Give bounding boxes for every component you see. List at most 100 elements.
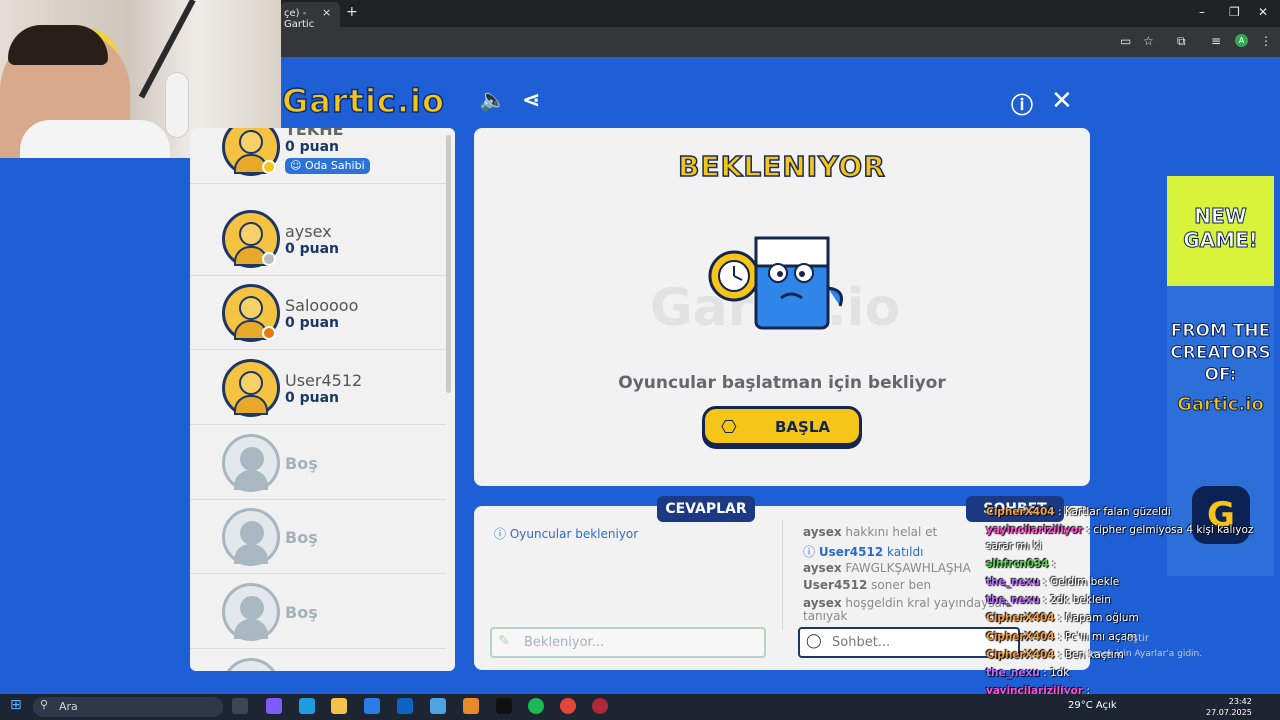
chat-message: aysex FAWGLKŞAWHLAŞHA bbox=[803, 561, 971, 575]
player-score: 0 puan bbox=[285, 315, 340, 331]
streamer-hair bbox=[8, 25, 108, 65]
streamer-shirt bbox=[20, 120, 170, 158]
search-label: Ara bbox=[59, 700, 78, 713]
minimize-icon[interactable]: – bbox=[1199, 5, 1205, 19]
tab-close-icon[interactable]: × bbox=[322, 6, 331, 19]
blender-icon[interactable] bbox=[463, 698, 479, 714]
clock-time: 23:42 bbox=[1228, 697, 1252, 706]
status-dot bbox=[262, 160, 276, 174]
share-icon[interactable]: ⋖ bbox=[522, 88, 540, 113]
overlay-message: CipherX404 : Pc'ııı mı açam bbox=[986, 631, 1138, 643]
clock[interactable]: 23:42 27.07.2025 bbox=[1206, 696, 1252, 718]
empty-avatar bbox=[222, 658, 280, 671]
ad-line: CREATORS bbox=[1170, 343, 1271, 364]
overlay-message: yayincilariziliyor : cipher gelmiyosa 4 … bbox=[986, 524, 1254, 536]
player-row[interactable]: TEKHE 0 puan ☺ Oda Sahibi bbox=[190, 128, 446, 184]
player-name: aysex bbox=[285, 222, 332, 241]
overlay-message: slhfrcn034 : bbox=[986, 558, 1056, 570]
taskbar-search[interactable]: Ara bbox=[33, 697, 223, 717]
tradingview-icon[interactable] bbox=[496, 698, 512, 714]
player-score: 0 puan bbox=[285, 390, 340, 406]
chat-bubble-icon: ◯ bbox=[806, 633, 822, 649]
ad-line: GAME! bbox=[1183, 228, 1259, 253]
bookmark-star-icon[interactable]: ☆ bbox=[1143, 34, 1154, 48]
player-row[interactable]: aysex 0 puan bbox=[190, 202, 446, 276]
empty-slot-label: Boş bbox=[285, 454, 318, 473]
owner-badge-label: Oda Sahibi bbox=[304, 159, 365, 172]
chrome-icon[interactable] bbox=[560, 698, 576, 714]
drawing-stage: BEKLENIYOR Gartic.io Oyuncular başlatman… bbox=[474, 128, 1090, 486]
info-icon[interactable]: ⓘ bbox=[1011, 88, 1033, 120]
windows-activation-text: leştir bbox=[1124, 633, 1149, 644]
owner-badge: ☺ Oda Sahibi bbox=[285, 158, 370, 174]
chat-message-continued: tanıyak bbox=[803, 609, 848, 623]
task-view-icon[interactable] bbox=[232, 698, 248, 714]
empty-slot: Boş bbox=[190, 500, 446, 574]
search-icon: ⚲ bbox=[40, 698, 49, 711]
edge-icon[interactable] bbox=[299, 698, 315, 714]
overlay-message: sarar mı ki bbox=[986, 540, 1042, 552]
extensions-icon[interactable]: ⧉ bbox=[1177, 34, 1186, 49]
players-scrollbar[interactable] bbox=[446, 135, 451, 393]
empty-slot: Boş bbox=[190, 575, 446, 649]
answers-info-text: Oyuncular bekleniyor bbox=[509, 527, 639, 541]
player-name: User4512 bbox=[285, 371, 363, 390]
answers-info: ⓘ Oyuncular bekleniyor bbox=[494, 527, 639, 541]
store-icon[interactable] bbox=[364, 698, 380, 714]
profile-avatar[interactable]: A bbox=[1235, 34, 1248, 47]
ad-line: NEW bbox=[1194, 204, 1247, 229]
overlay-message: CipherX404 : Kartlar falan güzeldi bbox=[986, 506, 1171, 518]
overlay-message: the_nexu : 2dk beklein bbox=[986, 594, 1111, 606]
start-button-label: BAŞLA bbox=[775, 418, 831, 436]
overlay-message: the_nexu : 1dk bbox=[986, 667, 1070, 679]
outlook-icon[interactable] bbox=[397, 698, 413, 714]
sound-icon[interactable]: 🔈 bbox=[479, 88, 506, 113]
answer-input[interactable]: Bekleniyor... bbox=[490, 627, 766, 658]
windows-start-icon[interactable]: ⊞ bbox=[10, 697, 22, 713]
player-score: 0 puan bbox=[285, 241, 340, 257]
windows-activation-text: tirmek için Ayarlar'a gidin. bbox=[1084, 649, 1203, 659]
window-close-icon[interactable]: ✕ bbox=[1258, 5, 1268, 19]
chat-system-message: ⓘ User4512 katıldı bbox=[803, 545, 924, 559]
media-icon[interactable]: ≡ bbox=[1211, 34, 1221, 48]
start-button[interactable]: ⎔ BAŞLA bbox=[702, 406, 862, 446]
empty-avatar bbox=[222, 583, 280, 641]
copilot-icon[interactable] bbox=[266, 698, 282, 714]
panel-divider bbox=[782, 520, 783, 630]
weather-status[interactable]: 29°C Açık bbox=[1068, 700, 1117, 711]
empty-slot bbox=[190, 650, 446, 671]
overlay-message: the_nexu : Geldim bekle bbox=[986, 576, 1120, 588]
tab-answers[interactable]: CEVAPLAR bbox=[657, 496, 755, 522]
status-dot bbox=[262, 326, 276, 340]
cast-icon[interactable]: ▭ bbox=[1120, 34, 1131, 48]
player-score: 0 puan bbox=[285, 139, 340, 155]
gartic-logo[interactable]: Gartic.io bbox=[281, 81, 445, 121]
close-icon[interactable]: ✕ bbox=[1051, 86, 1073, 116]
player-row[interactable]: User4512 0 puan bbox=[190, 351, 446, 425]
ad-line: OF: bbox=[1204, 365, 1237, 386]
chat-message: User4512 soner ben bbox=[803, 578, 932, 592]
ad-logo-text: Gartic.io bbox=[1177, 394, 1265, 416]
player-row[interactable]: Salooooo 0 puan bbox=[190, 276, 446, 350]
empty-avatar bbox=[222, 434, 280, 492]
empty-slot: Boş bbox=[190, 426, 446, 500]
app-icon[interactable] bbox=[430, 698, 446, 714]
empty-slot-label: Boş bbox=[285, 603, 318, 622]
new-tab-icon[interactable]: + bbox=[346, 4, 358, 20]
advert-banner[interactable]: NEW GAME! FROM THE CREATORS OF: Gartic.i… bbox=[1167, 176, 1274, 576]
file-explorer-icon[interactable] bbox=[331, 698, 347, 714]
status-dot bbox=[262, 252, 276, 266]
spotify-icon[interactable] bbox=[528, 698, 544, 714]
chat-message: aysex hakkını helal et bbox=[803, 525, 938, 539]
obs-icon[interactable] bbox=[592, 698, 608, 714]
pencil-icon: ✎ bbox=[498, 633, 510, 649]
clock-date: 27.07.2025 bbox=[1206, 708, 1252, 717]
chat-message: aysex hoşgeldin kral yayındaysan bbox=[803, 596, 1010, 610]
waiting-mascot bbox=[708, 236, 843, 330]
waiting-message: Oyuncular başlatman için bekliyor bbox=[618, 373, 946, 393]
player-name: Salooooo bbox=[285, 296, 359, 315]
restore-icon[interactable]: ❐ bbox=[1229, 5, 1240, 19]
ad-line: FROM THE bbox=[1170, 321, 1271, 342]
empty-avatar bbox=[222, 508, 280, 566]
menu-icon[interactable]: ⋮ bbox=[1260, 34, 1272, 48]
